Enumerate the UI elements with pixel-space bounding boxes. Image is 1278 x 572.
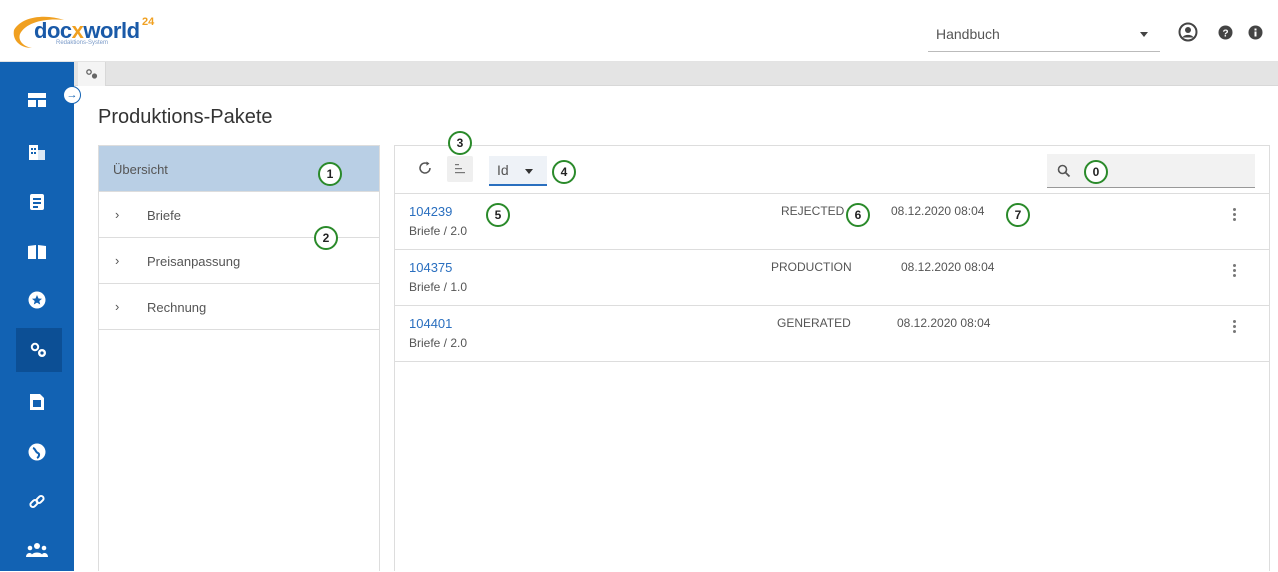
- tab-production-packages[interactable]: [78, 62, 106, 86]
- callout-4: 4: [552, 160, 576, 184]
- sort-direction-button[interactable]: [447, 156, 473, 182]
- callout-2: 2: [314, 226, 338, 250]
- package-subtitle: Briefe / 1.0: [409, 280, 468, 294]
- svg-text:?: ?: [1222, 29, 1228, 40]
- link-icon: [29, 494, 45, 509]
- more-vertical-icon[interactable]: [1233, 320, 1237, 336]
- callout-1: 1: [318, 162, 342, 186]
- sidebar: [0, 62, 74, 571]
- sidebar-item-documents[interactable]: [0, 180, 74, 224]
- package-row[interactable]: 104239 Briefe / 2.0 REJECTED 08.12.2020 …: [395, 194, 1269, 250]
- buildings-icon: [29, 145, 45, 160]
- package-row[interactable]: 104375 Briefe / 1.0 PRODUCTION 08.12.202…: [395, 250, 1269, 306]
- docxworld-logo[interactable]: docxworld 24 Redaktions-System: [12, 10, 182, 52]
- tab-strip: [74, 62, 1278, 86]
- info-icon[interactable]: [1248, 25, 1263, 45]
- packages-panel: Id 104239 Briefe / 2.0 REJECTED 08.12.20…: [394, 145, 1270, 571]
- more-vertical-icon[interactable]: [1233, 264, 1237, 280]
- sort-icon: [455, 164, 465, 174]
- package-id-link[interactable]: 104375: [409, 260, 452, 275]
- arrow-right-icon: →: [66, 89, 78, 101]
- package-date: 08.12.2020 08:04: [897, 316, 991, 330]
- overview-panel: Übersicht › Briefe › Preisanpassung › Re…: [98, 145, 380, 571]
- search-input[interactable]: [1047, 154, 1255, 188]
- tree-item-label: Preisanpassung: [147, 254, 241, 269]
- sidebar-item-organisations[interactable]: [0, 130, 74, 174]
- chevron-right-icon[interactable]: ›: [115, 299, 119, 314]
- tree-item-label: Briefe: [147, 208, 181, 223]
- chevron-right-icon[interactable]: ›: [115, 253, 119, 268]
- sidebar-expand-toggle[interactable]: →: [63, 86, 81, 104]
- package-id-link[interactable]: 104401: [409, 316, 452, 331]
- logo-subtitle: Redaktions-System: [56, 40, 109, 46]
- search-icon: [1057, 164, 1071, 178]
- tree-item-rechnung[interactable]: › Rechnung: [99, 284, 379, 330]
- handbook-select-value: Handbuch: [936, 26, 1000, 42]
- overview-header-label: Übersicht: [113, 162, 168, 177]
- star-icon: [28, 291, 46, 309]
- package-subtitle: Briefe / 2.0: [409, 224, 468, 238]
- user-account-icon[interactable]: [1178, 22, 1198, 47]
- package-id-link[interactable]: 104239: [409, 204, 452, 219]
- more-vertical-icon[interactable]: [1233, 208, 1237, 224]
- package-status: GENERATED: [777, 316, 851, 330]
- gears-icon: [85, 69, 97, 79]
- package-status: PRODUCTION: [771, 260, 852, 274]
- dashboard-icon: [28, 93, 46, 107]
- help-icon[interactable]: ?: [1218, 25, 1233, 45]
- sidebar-item-languages[interactable]: [0, 430, 74, 474]
- sidebar-item-pages[interactable]: [0, 380, 74, 424]
- package-date: 08.12.2020 08:04: [891, 204, 985, 218]
- package-row[interactable]: 104401 Briefe / 2.0 GENERATED 08.12.2020…: [395, 306, 1269, 362]
- page-title: Produktions-Pakete: [98, 106, 273, 128]
- caret-down-icon: [525, 169, 533, 174]
- callout-6: 6: [846, 203, 870, 227]
- sidebar-item-handbooks[interactable]: [0, 230, 74, 274]
- tree-item-preisanpassung[interactable]: › Preisanpassung: [99, 238, 379, 284]
- packages-toolbar: Id: [395, 146, 1269, 194]
- callout-0: 0: [1084, 160, 1108, 184]
- sidebar-item-users[interactable]: [0, 528, 74, 572]
- sidebar-item-links[interactable]: [0, 480, 74, 524]
- package-status: REJECTED: [781, 204, 845, 218]
- sort-field-value: Id: [497, 162, 509, 178]
- sidebar-item-favorites[interactable]: [0, 278, 74, 322]
- chevron-right-icon[interactable]: ›: [115, 207, 119, 222]
- callout-7: 7: [1006, 203, 1030, 227]
- tree-item-label: Rechnung: [147, 300, 207, 315]
- package-subtitle: Briefe / 2.0: [409, 336, 468, 350]
- gears-icon: [30, 342, 46, 357]
- top-bar: docxworld 24 Redaktions-System Handbuch …: [0, 0, 1278, 62]
- tree-item-briefe[interactable]: › Briefe: [99, 192, 379, 238]
- users-icon: [26, 543, 48, 557]
- globe-icon: [28, 443, 46, 461]
- sort-field-select[interactable]: Id: [489, 156, 547, 186]
- document-icon: [30, 194, 44, 210]
- sidebar-item-dashboard[interactable]: [0, 78, 74, 122]
- logo-superscript: 24: [142, 16, 155, 28]
- handbook-select[interactable]: Handbuch: [928, 18, 1160, 52]
- refresh-icon[interactable]: [417, 160, 433, 181]
- callout-5: 5: [486, 203, 510, 227]
- caret-down-icon: [1140, 32, 1148, 37]
- file-icon: [30, 394, 44, 410]
- package-date: 08.12.2020 08:04: [901, 260, 995, 274]
- sidebar-item-production[interactable]: [16, 328, 62, 372]
- book-icon: [28, 245, 46, 259]
- callout-3: 3: [448, 131, 472, 155]
